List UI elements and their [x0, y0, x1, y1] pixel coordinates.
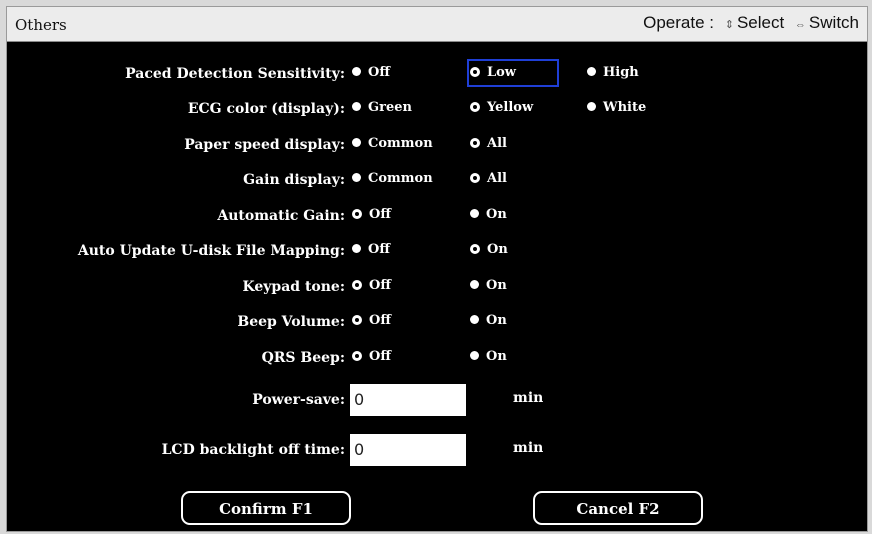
setting-label: Auto Update U-disk File Mapping:	[77, 243, 345, 259]
confirm-button[interactable]: Confirm F1	[181, 491, 351, 525]
title-bar: Others Operate : ⇕ Select ⇔ Switch	[7, 7, 867, 42]
setting-label: Power-save:	[252, 392, 345, 408]
option-on[interactable]: On	[470, 310, 507, 332]
dialog-title: Others	[15, 16, 67, 34]
option-white[interactable]: White	[587, 97, 646, 119]
lcd-backlight-input[interactable]: 0	[350, 434, 466, 466]
radio-selected-icon	[352, 350, 362, 361]
setting-row-automatic-gain: Automatic Gain: Off On	[7, 204, 867, 228]
setting-label: LCD backlight off time:	[161, 442, 345, 458]
radio-icon	[470, 280, 479, 289]
option-on[interactable]: On	[470, 346, 507, 368]
option-off[interactable]: Off	[352, 275, 391, 297]
radio-icon	[352, 138, 361, 147]
radio-selected-icon	[470, 172, 480, 183]
radio-icon	[352, 244, 361, 253]
option-low[interactable]: Low	[466, 59, 560, 87]
radio-icon	[587, 67, 596, 76]
option-common[interactable]: Common	[352, 133, 433, 155]
radio-icon	[470, 209, 479, 218]
setting-row-gain-display: Gain display: Common All	[7, 168, 867, 192]
power-save-unit: min	[513, 390, 544, 406]
setting-label: Paced Detection Sensitivity:	[125, 66, 345, 82]
option-all[interactable]: All	[470, 133, 507, 155]
setting-label: QRS Beep:	[261, 350, 345, 366]
radio-icon	[352, 67, 361, 76]
radio-selected-icon	[352, 279, 362, 290]
setting-label: Gain display:	[243, 172, 345, 188]
setting-row-beep-volume: Beep Volume: Off On	[7, 310, 867, 334]
option-off[interactable]: Off	[352, 204, 391, 226]
setting-row-paced-detection: Paced Detection Sensitivity: Off Low Hig…	[7, 59, 867, 87]
option-off[interactable]: Off	[352, 239, 390, 261]
select-hint-label: Select	[736, 13, 785, 32]
setting-row-qrs-beep: QRS Beep: Off On	[7, 346, 867, 370]
setting-label: ECG color (display):	[187, 101, 345, 117]
up-down-arrows-icon: ⇕	[724, 19, 734, 31]
option-off[interactable]: Off	[352, 346, 391, 368]
option-all[interactable]: All	[470, 168, 507, 190]
operate-hint: Operate : ⇕ Select ⇔ Switch	[643, 13, 859, 33]
setting-label: Beep Volume:	[237, 314, 345, 330]
setting-row-keypad-tone: Keypad tone: Off On	[7, 275, 867, 299]
radio-selected-icon	[352, 208, 362, 219]
power-save-input[interactable]: 0	[350, 384, 466, 416]
setting-row-auto-update-udisk: Auto Update U-disk File Mapping: Off On	[7, 239, 867, 263]
radio-icon	[470, 351, 479, 360]
option-on[interactable]: On	[470, 275, 507, 297]
radio-icon	[352, 173, 361, 182]
radio-icon	[352, 102, 361, 111]
option-off[interactable]: Off	[352, 62, 390, 84]
option-high[interactable]: High	[587, 62, 639, 84]
switch-hint-label: Switch	[808, 13, 859, 32]
radio-selected-icon	[470, 101, 480, 112]
option-on[interactable]: On	[470, 239, 508, 261]
radio-selected-icon	[470, 243, 480, 254]
option-common[interactable]: Common	[352, 168, 433, 190]
setting-row-paper-speed: Paper speed display: Common All	[7, 133, 867, 157]
radio-selected-icon	[470, 66, 480, 77]
lcd-backlight-unit: min	[513, 440, 544, 456]
radio-icon	[587, 102, 596, 111]
setting-row-ecg-color: ECG color (display): Green Yellow White	[7, 97, 867, 121]
left-right-arrows-icon: ⇔	[794, 19, 806, 31]
option-off[interactable]: Off	[352, 310, 391, 332]
setting-row-power-save: Power-save: 0 min	[7, 384, 867, 416]
setting-label: Keypad tone:	[242, 279, 345, 295]
option-on[interactable]: On	[470, 204, 507, 226]
option-yellow[interactable]: Yellow	[470, 97, 533, 119]
option-green[interactable]: Green	[352, 97, 412, 119]
operate-label: Operate :	[643, 13, 714, 32]
setting-label: Paper speed display:	[184, 137, 345, 153]
setting-label: Automatic Gain:	[217, 208, 345, 224]
cancel-button[interactable]: Cancel F2	[533, 491, 703, 525]
radio-icon	[470, 315, 479, 324]
radio-selected-icon	[470, 137, 480, 148]
setting-row-lcd-backlight: LCD backlight off time: 0 min	[7, 434, 867, 466]
radio-selected-icon	[352, 314, 362, 325]
others-settings-dialog: Others Operate : ⇕ Select ⇔ Switch Paced D…	[6, 6, 868, 532]
